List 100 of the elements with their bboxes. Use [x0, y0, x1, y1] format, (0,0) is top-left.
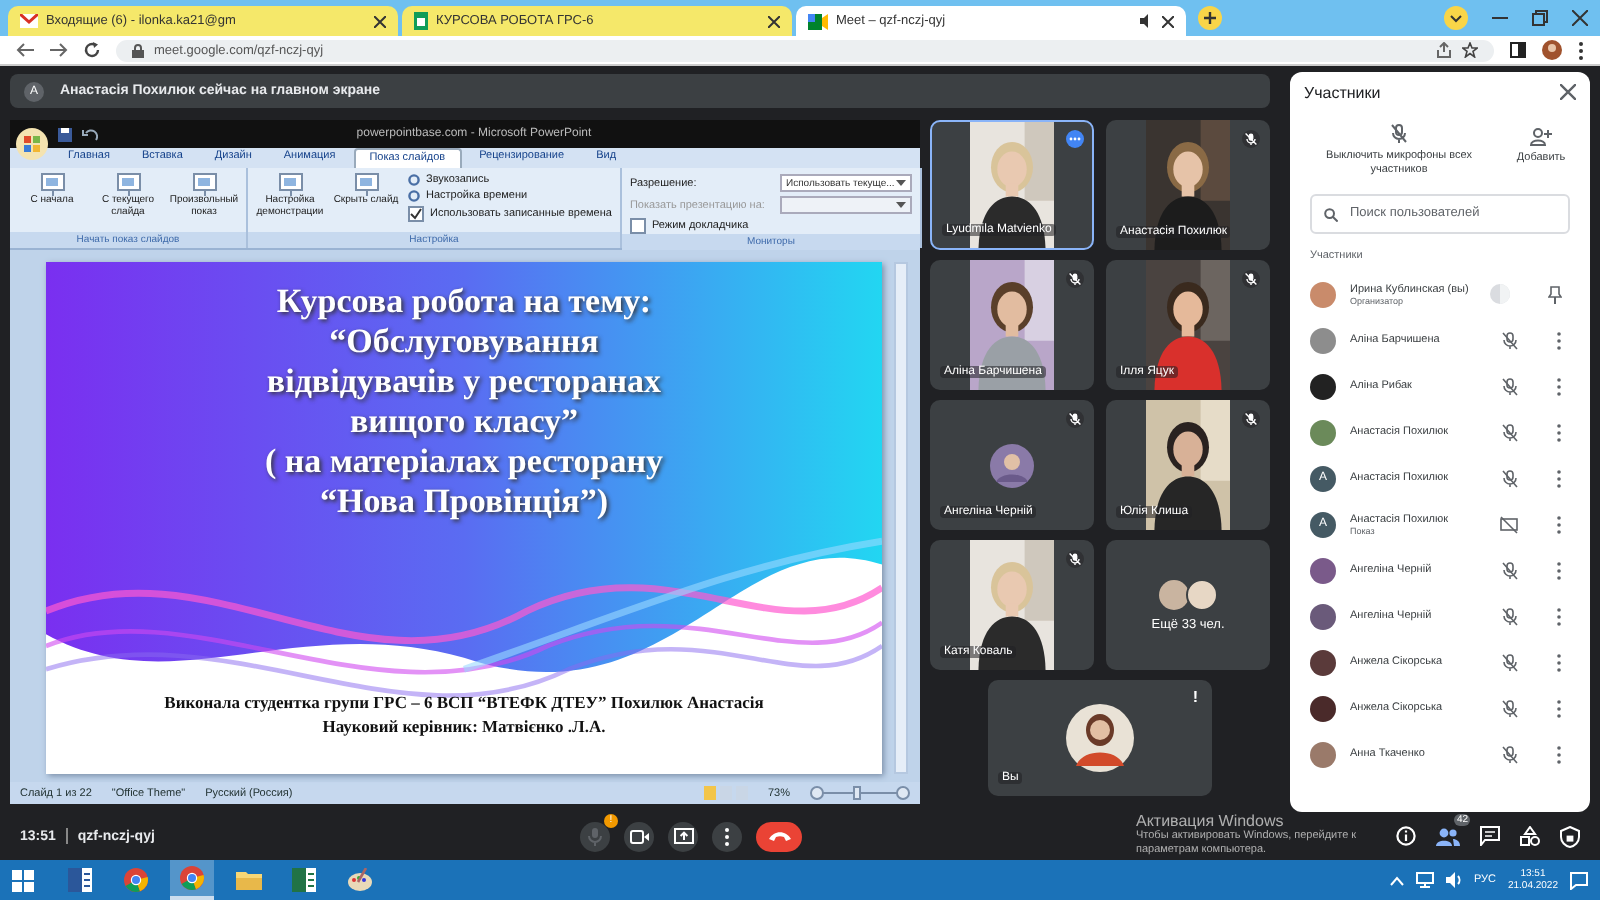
projector-screen-icon — [39, 172, 65, 196]
mic-off-icon — [1502, 653, 1518, 672]
folder-icon — [235, 870, 261, 890]
save-icon[interactable] — [58, 127, 72, 141]
caret-icon — [895, 202, 906, 208]
mic-off-icon — [1502, 331, 1518, 350]
mic-off-icon — [1502, 377, 1518, 396]
alert-label: ! — [1192, 688, 1198, 706]
scrollbar[interactable] — [894, 262, 908, 774]
pin-icon[interactable] — [1548, 285, 1562, 304]
more-options-icon[interactable] — [1556, 745, 1562, 764]
share-icon[interactable] — [1436, 42, 1452, 58]
more-options-icon — [724, 827, 730, 845]
projector-screen-icon — [191, 172, 217, 196]
avatar-icon[interactable] — [1542, 40, 1562, 60]
mail-icon — [20, 14, 38, 28]
zoom-slider-icon[interactable] — [810, 786, 910, 800]
star-icon[interactable] — [1462, 42, 1478, 58]
projector-screen-icon — [353, 172, 379, 196]
more-options-icon[interactable] — [1556, 331, 1562, 350]
avatar — [1310, 373, 1336, 400]
checkbox[interactable] — [408, 206, 424, 222]
close-icon[interactable] — [1162, 15, 1174, 27]
avatar — [1310, 741, 1336, 768]
sidebar-icon[interactable] — [1510, 42, 1526, 58]
kebab-menu-icon[interactable] — [1578, 41, 1584, 59]
shapes-icon — [1520, 826, 1540, 846]
avatar — [1310, 603, 1336, 630]
phone-icon — [767, 830, 791, 842]
more-options-icon[interactable] — [1066, 130, 1084, 148]
dropdown-icon[interactable] — [1444, 6, 1468, 30]
close-icon[interactable] — [768, 15, 780, 27]
more-options-icon[interactable] — [1556, 377, 1562, 396]
projector-screen-icon — [277, 172, 303, 196]
more-options-icon[interactable] — [1556, 423, 1562, 442]
info-button[interactable] — [1396, 826, 1416, 846]
checkbox[interactable] — [629, 218, 646, 234]
more-options-icon[interactable] — [1556, 653, 1562, 672]
end-call-button[interactable] — [756, 821, 802, 851]
new-tab-icon[interactable] — [1198, 6, 1222, 30]
avatar — [1066, 704, 1134, 772]
network-icon[interactable] — [1415, 872, 1434, 888]
more-options-icon[interactable] — [1556, 699, 1562, 718]
chrome-app-icon[interactable] — [170, 860, 214, 900]
mic-off-icon — [1502, 607, 1518, 626]
speaker-icon — [1140, 14, 1154, 28]
panel-title: Участники — [1304, 83, 1381, 101]
mic-off-icon — [1502, 469, 1518, 488]
avatar — [1310, 327, 1336, 354]
windows-start-icon[interactable] — [12, 869, 34, 891]
undo-icon[interactable] — [82, 127, 98, 141]
speaker-icon[interactable] — [1445, 872, 1462, 888]
projector-screen-icon — [115, 172, 141, 196]
close-icon[interactable] — [1560, 84, 1576, 100]
reload-icon[interactable] — [84, 42, 100, 58]
avatar — [1310, 419, 1336, 446]
present-button[interactable] — [668, 821, 698, 851]
back-icon[interactable] — [16, 42, 34, 58]
shield-lock-icon — [1560, 825, 1580, 847]
spreadsheet-icon — [292, 868, 316, 892]
info-icon — [1396, 826, 1416, 846]
restore-icon[interactable] — [1532, 10, 1548, 26]
sheet-icon — [414, 12, 428, 30]
mic-off-icon — [1502, 699, 1518, 718]
slide-title-line: “Нова Провінція”) — [319, 482, 609, 522]
avatar — [1310, 281, 1336, 308]
palette-icon — [348, 868, 372, 892]
chat-icon — [1480, 826, 1500, 846]
more-options-icon[interactable] — [1556, 469, 1562, 488]
slide-title-line: ( на матеріалах ресторану — [264, 442, 664, 482]
more-options-icon[interactable] — [1556, 515, 1562, 534]
lock-icon — [132, 43, 144, 57]
notifications-icon[interactable] — [1570, 871, 1588, 889]
camera-button[interactable] — [624, 821, 654, 851]
browser-icon — [180, 866, 204, 890]
more-button[interactable] — [712, 821, 742, 851]
more-options-icon[interactable] — [1556, 607, 1562, 626]
chat-button[interactable] — [1480, 826, 1500, 846]
slide-title-line: Курсова робота на тему: — [276, 282, 652, 322]
forward-icon[interactable] — [50, 42, 68, 58]
close-icon[interactable] — [1572, 10, 1588, 26]
slide-title-line: “Обслуговування — [329, 322, 599, 362]
add-person-icon — [1530, 128, 1552, 146]
more-options-icon[interactable] — [1556, 561, 1562, 580]
close-icon[interactable] — [374, 15, 386, 27]
avatar — [990, 443, 1034, 487]
slide-title-line: відвідувачів у ресторанах — [266, 362, 662, 402]
camera-icon — [629, 829, 649, 843]
video-camera-icon — [808, 13, 828, 29]
slide-subtitle-line: Виконала студентка групи ГРС – 6 ВСП “ВТЕФК ДТЕУ” Похилюк Анастасія — [164, 690, 764, 714]
activities-button[interactable] — [1520, 826, 1540, 846]
present-screen-icon — [673, 828, 693, 844]
mic-off-icon — [1502, 745, 1518, 764]
microphone-icon — [588, 827, 602, 845]
lock-button[interactable] — [1560, 825, 1580, 847]
avatar — [1310, 557, 1336, 584]
slide-title-line: вищого класу” — [349, 402, 579, 442]
search-icon — [1324, 207, 1338, 222]
avatar-group-icon — [1158, 579, 1218, 609]
mic-off-icon — [1390, 124, 1408, 144]
